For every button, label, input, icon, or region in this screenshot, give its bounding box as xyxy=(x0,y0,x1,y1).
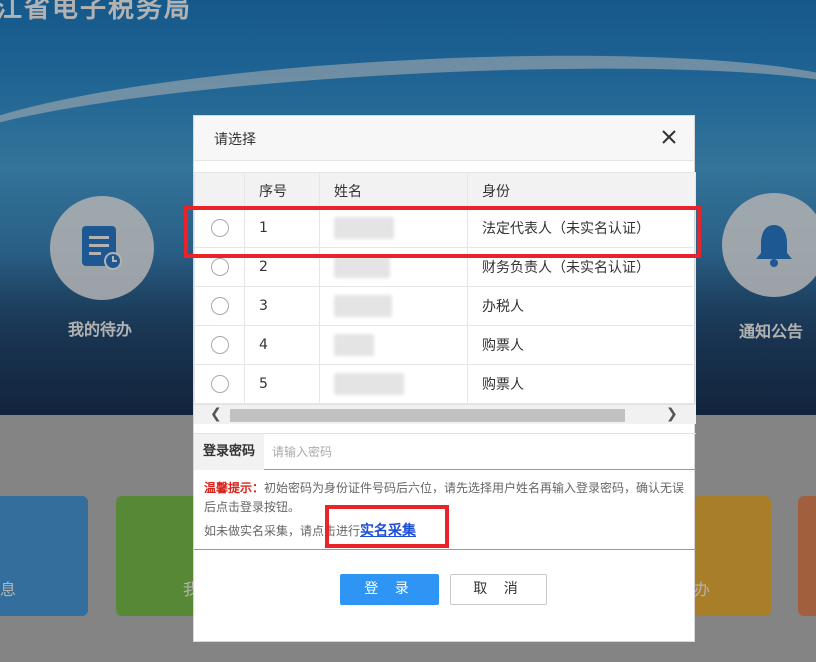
table-row[interactable]: 4 购票人 xyxy=(194,325,696,365)
row-radio[interactable] xyxy=(211,375,229,393)
horizontal-scrollbar[interactable]: ❮ ❯ xyxy=(194,404,696,424)
scroll-right-icon[interactable]: ❯ xyxy=(666,406,678,422)
row-number: 5 xyxy=(244,364,320,404)
divider xyxy=(194,549,696,550)
table-row[interactable]: 3 办税人 xyxy=(194,286,696,326)
password-label: 登录密码 xyxy=(194,434,264,470)
redacted-name xyxy=(334,295,392,317)
redacted-name xyxy=(334,256,390,278)
redacted-name xyxy=(334,334,374,356)
column-number: 序号 xyxy=(244,172,320,209)
row-name xyxy=(319,325,468,365)
row-role: 办税人 xyxy=(467,286,696,326)
dialog-title: 请选择 xyxy=(214,132,256,148)
row-role: 购票人 xyxy=(467,364,696,404)
highlight-row-1 xyxy=(184,206,701,258)
column-role: 身份 xyxy=(467,172,696,209)
column-name: 姓名 xyxy=(319,172,468,209)
dialog-header: 请选择 xyxy=(194,116,694,161)
row-radio[interactable] xyxy=(211,336,229,354)
redacted-name xyxy=(334,373,404,395)
close-icon[interactable] xyxy=(660,128,678,146)
row-number: 3 xyxy=(244,286,320,326)
cancel-button[interactable]: 取 消 xyxy=(450,574,547,605)
scrollbar-thumb[interactable] xyxy=(230,409,625,422)
row-radio[interactable] xyxy=(211,297,229,315)
row-name xyxy=(319,286,468,326)
tip-title: 温馨提示： xyxy=(204,481,265,495)
row-radio[interactable] xyxy=(211,258,229,276)
select-user-dialog: 请选择 序号 姓名 身份 1 法定代表人（未实名认证） 2 财务负责人（未实名认… xyxy=(193,115,696,642)
password-row: 登录密码 xyxy=(194,433,696,470)
row-role: 购票人 xyxy=(467,325,696,365)
scroll-left-icon[interactable]: ❮ xyxy=(210,406,222,422)
table-row[interactable]: 5 购票人 xyxy=(194,364,696,404)
password-input[interactable] xyxy=(264,436,684,468)
login-button[interactable]: 登 录 xyxy=(340,574,439,605)
row-number: 4 xyxy=(244,325,320,365)
row-name xyxy=(319,364,468,404)
column-select xyxy=(194,172,245,209)
table-header-row: 序号 姓名 身份 xyxy=(194,172,696,209)
highlight-realname-link xyxy=(325,505,449,548)
